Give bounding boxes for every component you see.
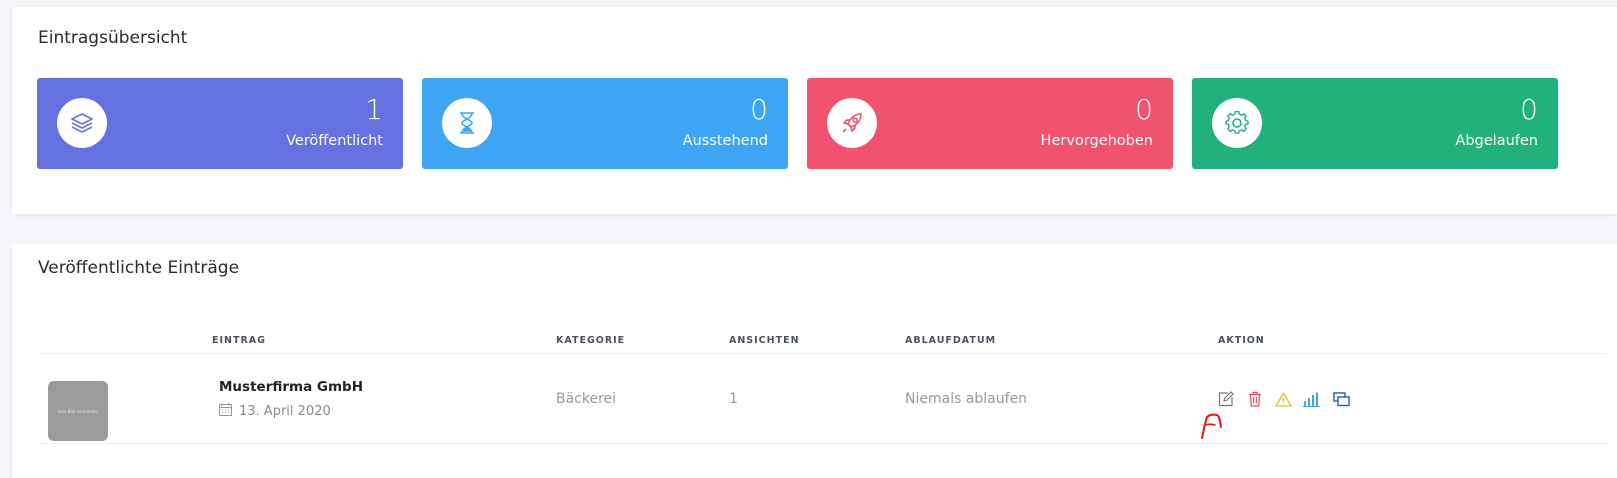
stat-featured-value: 0 [1135, 93, 1153, 126]
stat-expired-value: 0 [1520, 93, 1538, 126]
listing-date: 13. April 2020 [219, 403, 331, 420]
stat-published[interactable]: 1 Veröffentlicht [37, 78, 403, 169]
listing-views: 1 [729, 391, 738, 407]
listing-name[interactable]: Musterfirma GmbH [219, 379, 363, 395]
annotation-scribble [1201, 413, 1222, 439]
column-header-expiry: ABLAUFDATUM [905, 335, 997, 346]
overview-card: Eintragsübersicht 1 Veröffentlicht 0 Aus… [12, 7, 1617, 214]
listing-category: Bäckerei [556, 391, 617, 407]
stat-published-value: 1 [365, 93, 383, 126]
overview-title: Eintragsübersicht [38, 28, 188, 48]
trash-icon[interactable] [1246, 390, 1264, 408]
column-header-entry: EINTRAG [212, 335, 266, 346]
column-header-action: AKTION [1218, 335, 1265, 346]
duplicate-icon[interactable] [1332, 390, 1350, 408]
stat-pending-value: 0 [750, 93, 768, 126]
listing-expiry: Niemals ablaufen [905, 391, 1028, 407]
layers-icon [57, 98, 107, 148]
published-card: Veröffentlichte Einträge EINTRAG KATEGOR… [12, 244, 1617, 478]
stat-expired-label: Abgelaufen [1455, 133, 1538, 149]
stat-pending-label: Ausstehend [682, 133, 768, 149]
listing-date-text: 13. April 2020 [239, 404, 331, 419]
warning-icon[interactable] [1274, 390, 1292, 408]
stat-featured-label: Hervorgehoben [1040, 133, 1153, 149]
column-header-views: ANSICHTEN [729, 335, 800, 346]
table-divider [38, 353, 1606, 354]
calendar-icon [219, 403, 232, 420]
listing-thumbnail[interactable]: kein Bild vorhanden [48, 381, 108, 441]
stat-pending[interactable]: 0 Ausstehend [422, 78, 788, 169]
published-title: Veröffentlichte Einträge [38, 258, 240, 278]
rocket-icon [827, 98, 877, 148]
stat-featured[interactable]: 0 Hervorgehoben [807, 78, 1173, 169]
gear-icon [1212, 98, 1262, 148]
stats-icon[interactable] [1302, 390, 1320, 408]
hourglass-icon [442, 98, 492, 148]
stat-published-label: Veröffentlicht [286, 133, 383, 149]
column-header-category: KATEGORIE [556, 335, 626, 346]
thumbnail-placeholder-text: kein Bild vorhanden [58, 408, 98, 414]
table-row-divider [38, 443, 1606, 444]
stat-expired[interactable]: 0 Abgelaufen [1192, 78, 1558, 169]
